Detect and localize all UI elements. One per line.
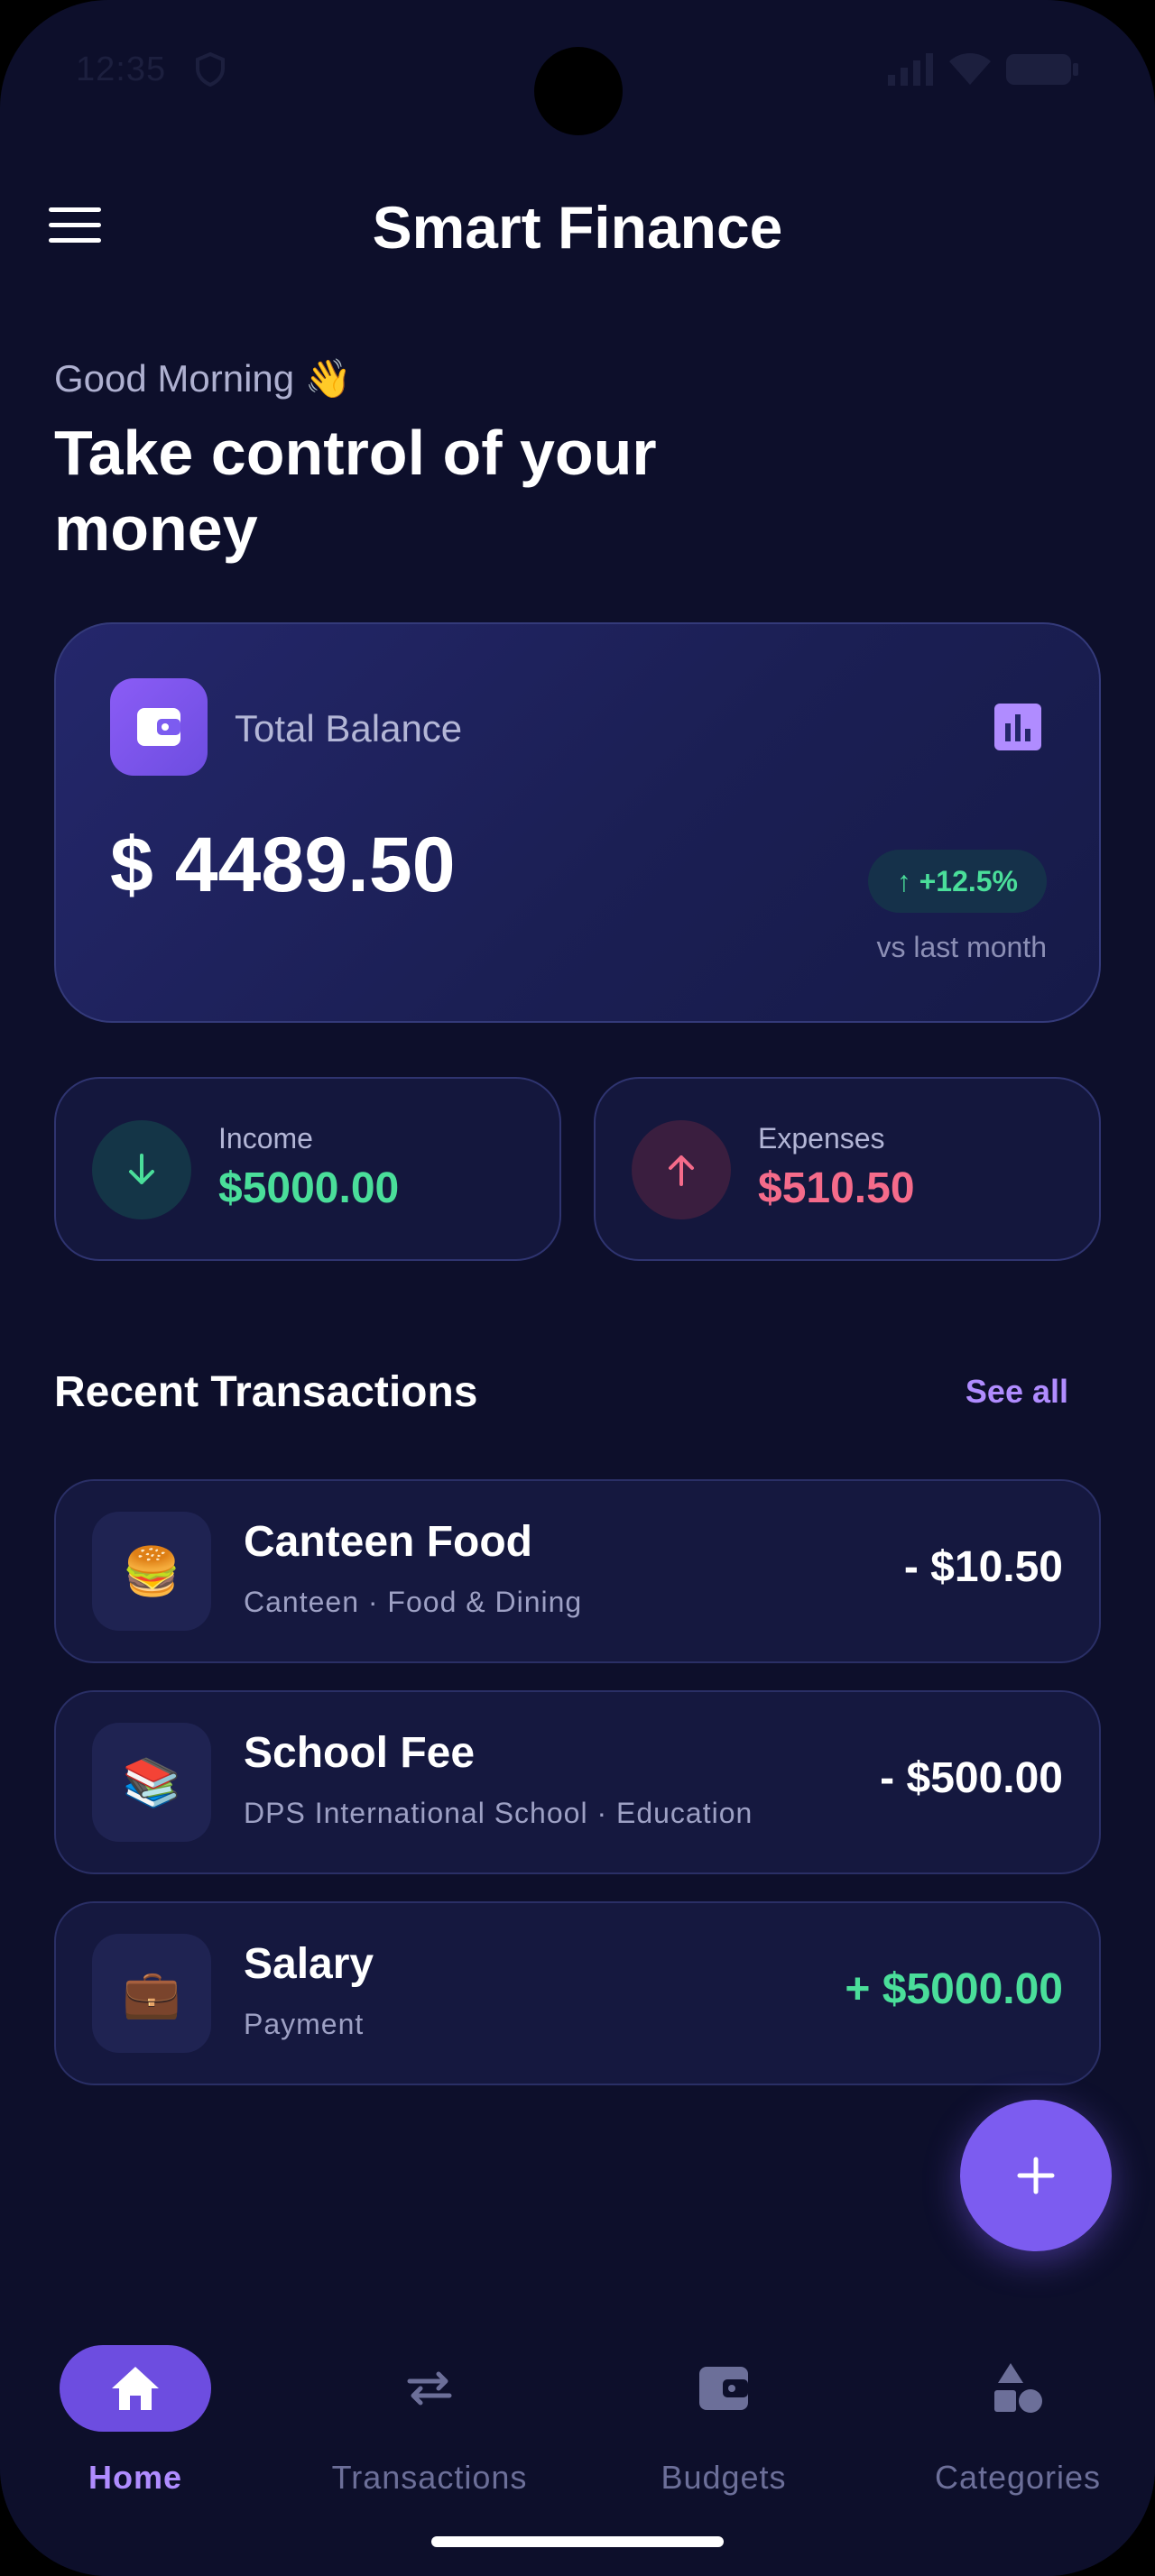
app-header: Smart Finance	[0, 171, 1155, 280]
transaction-subtitle: DPS International School · Education	[244, 1797, 753, 1829]
add-transaction-button[interactable]	[960, 2100, 1112, 2251]
home-icon	[60, 2345, 211, 2432]
shapes-icon	[942, 2345, 1094, 2432]
income-label: Income	[218, 1122, 313, 1155]
nav-label: Transactions	[331, 2459, 528, 2496]
expenses-label: Expenses	[758, 1122, 885, 1155]
shield-icon	[195, 51, 226, 91]
transaction-title: School Fee	[244, 1729, 476, 1777]
expenses-card[interactable]: Expenses $510.50	[594, 1077, 1101, 1261]
front-camera	[534, 47, 623, 135]
transaction-subtitle: Canteen · Food & Dining	[244, 1586, 583, 1618]
transaction-item[interactable]: 📚 School Fee DPS International School · …	[54, 1690, 1101, 1874]
balance-amount: $ 4489.50	[110, 822, 456, 908]
transaction-subtitle: Payment	[244, 2008, 365, 2040]
balance-card[interactable]: Total Balance $ 4489.50 ↑ +12.5% vs last…	[54, 622, 1101, 1023]
see-all-link[interactable]: See all	[966, 1373, 1068, 1411]
wallet-icon	[648, 2345, 799, 2432]
arrow-down-icon	[92, 1120, 191, 1219]
income-card[interactable]: Income $5000.00	[54, 1077, 561, 1261]
status-icons	[886, 52, 1079, 91]
income-value: $5000.00	[218, 1164, 400, 1212]
wallet-icon	[110, 678, 208, 776]
transaction-item[interactable]: 💼 Salary Payment + $5000.00	[54, 1901, 1101, 2085]
transaction-title: Salary	[244, 1940, 374, 1988]
transaction-amount: + $5000.00	[845, 1965, 1063, 2013]
recent-transactions-title: Recent Transactions	[54, 1368, 478, 1416]
briefcase-icon: 💼	[92, 1934, 211, 2053]
trend-caption: vs last month	[876, 931, 1047, 963]
nav-item-home[interactable]: Home	[9, 2327, 262, 2507]
transaction-amount: - $500.00	[880, 1754, 1063, 1802]
home-indicator	[431, 2536, 724, 2547]
plus-icon	[1017, 2157, 1055, 2194]
headline: Take control of your money	[54, 418, 657, 564]
signal-icon	[886, 53, 935, 90]
nav-item-transactions[interactable]: Transactions	[303, 2327, 556, 2507]
page-title: Smart Finance	[372, 194, 783, 261]
books-icon: 📚	[92, 1723, 211, 1842]
phone-screen: 12:35 Smart Finance Good Morning 👋 Take …	[0, 0, 1155, 2576]
swap-icon	[354, 2345, 505, 2432]
wifi-icon	[947, 52, 993, 91]
burger-icon: 🍔	[92, 1512, 211, 1631]
bar-chart-icon[interactable]	[994, 704, 1041, 755]
expenses-value: $510.50	[758, 1164, 915, 1212]
greeting-text: Good Morning 👋	[54, 357, 353, 400]
transaction-amount: - $10.50	[903, 1543, 1063, 1591]
nav-label: Home	[88, 2459, 183, 2496]
status-bar: 12:35	[0, 0, 1155, 135]
status-time: 12:35	[76, 51, 167, 88]
transaction-title: Canteen Food	[244, 1518, 532, 1566]
battery-icon	[1005, 52, 1079, 91]
trend-badge: ↑ +12.5%	[867, 850, 1047, 913]
arrow-up-icon	[632, 1120, 731, 1219]
transaction-item[interactable]: 🍔 Canteen Food Canteen · Food & Dining -…	[54, 1479, 1101, 1663]
balance-label: Total Balance	[235, 707, 463, 750]
nav-item-categories[interactable]: Categories	[892, 2327, 1144, 2507]
nav-item-budgets[interactable]: Budgets	[597, 2327, 850, 2507]
nav-label: Categories	[934, 2459, 1102, 2496]
nav-label: Budgets	[661, 2459, 787, 2496]
